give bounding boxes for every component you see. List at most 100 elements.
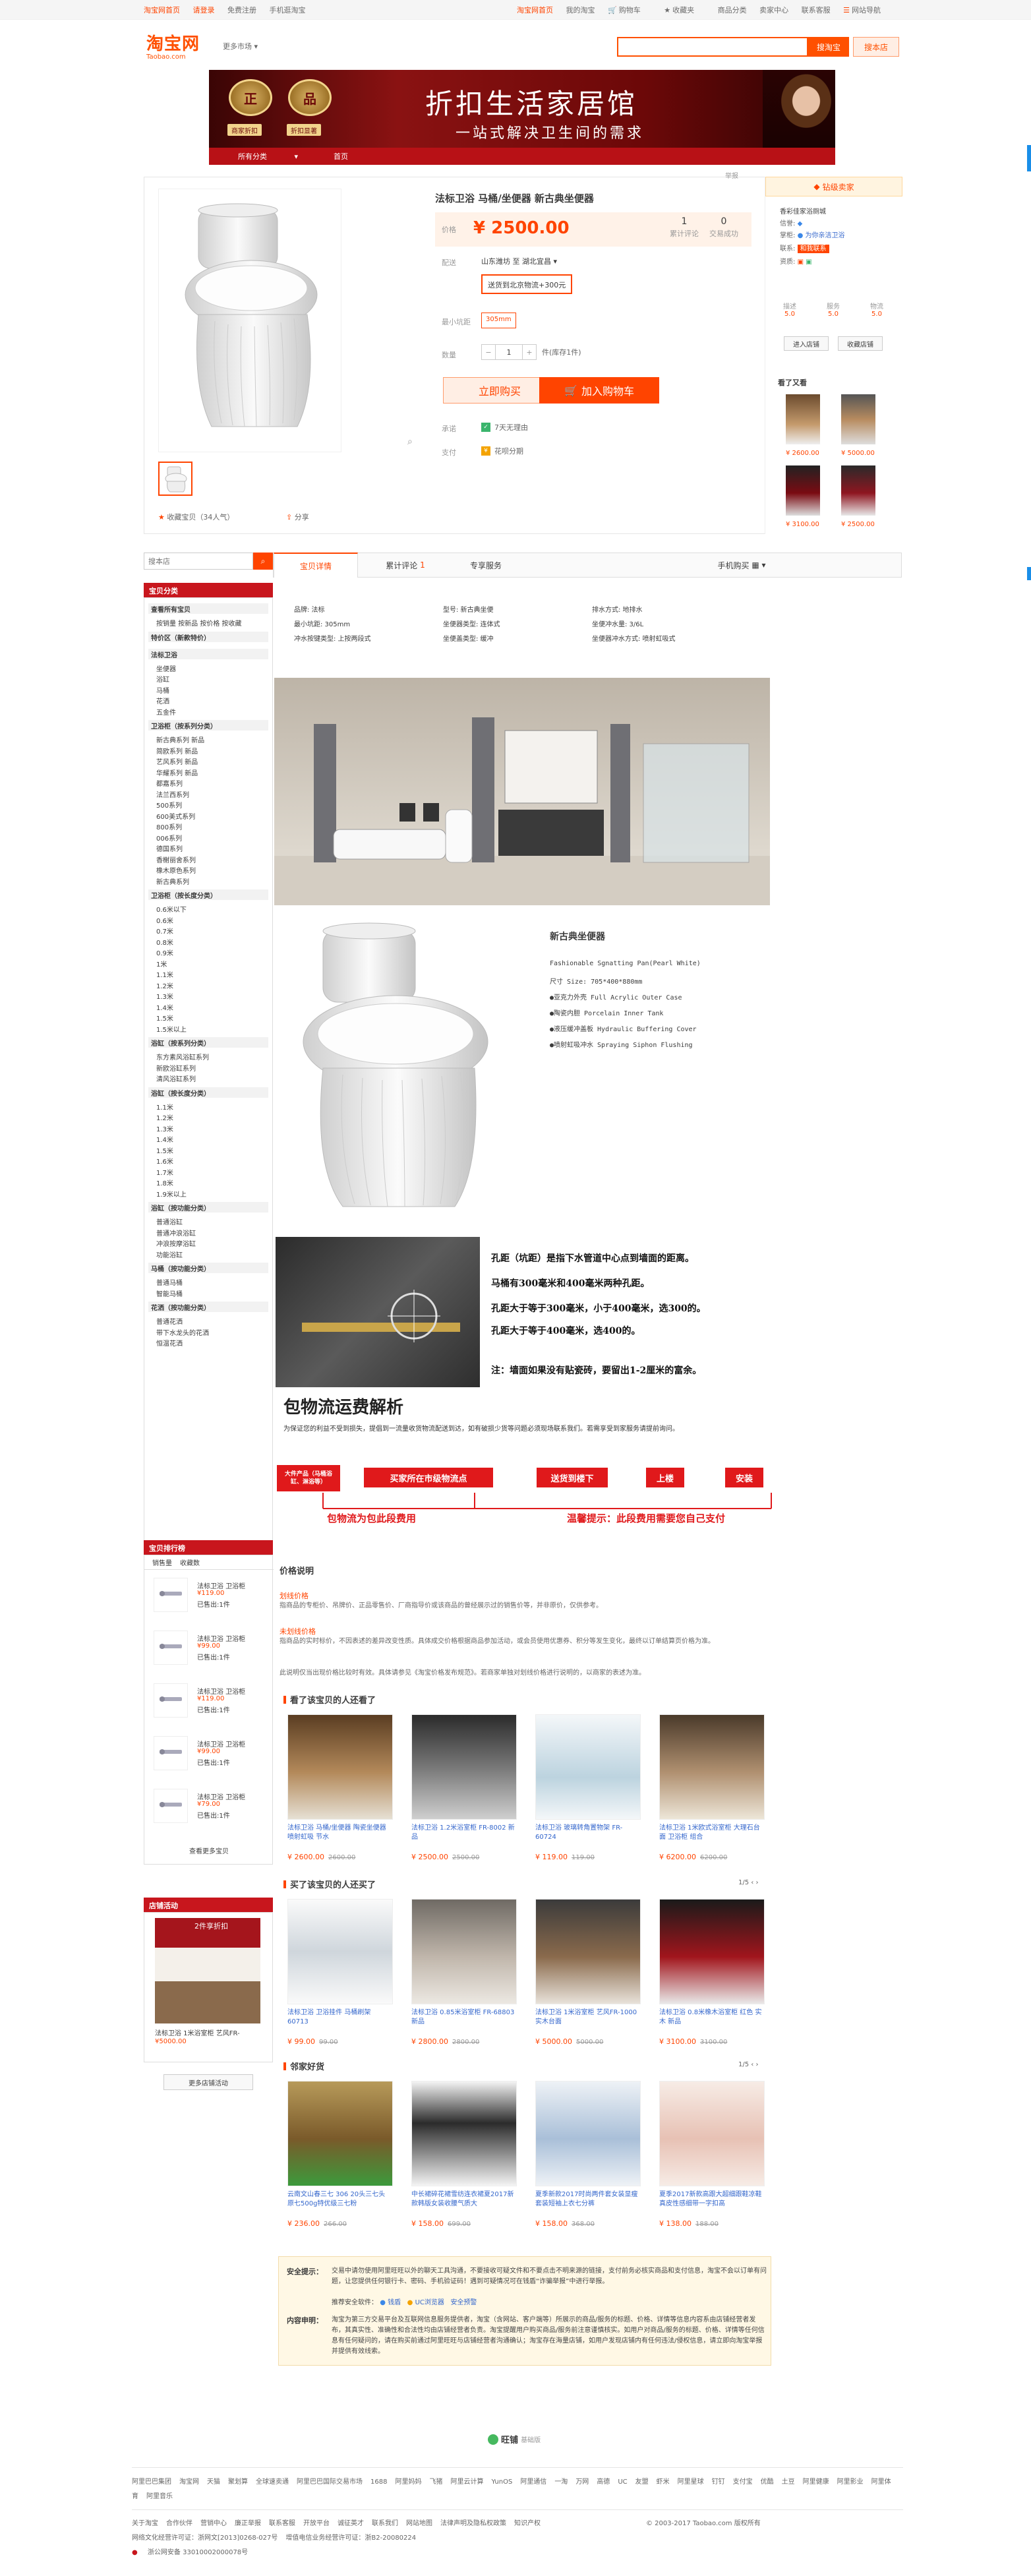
shop-owner[interactable]: 掌柜: ● 为你亲洁卫浴 bbox=[780, 229, 844, 239]
rank-item-title[interactable]: 法标卫浴 卫浴柜 bbox=[197, 1739, 245, 1749]
category-item[interactable]: 1.6米 bbox=[156, 1156, 173, 1166]
uc-link[interactable]: UC浏览器 bbox=[415, 2299, 444, 2306]
also_viewed-item-image[interactable] bbox=[535, 1714, 641, 1820]
category-item[interactable]: 0.6米以下 bbox=[156, 904, 187, 914]
category-item[interactable]: 0.8米 bbox=[156, 937, 173, 947]
category-item[interactable]: 东方素风浴缸系列 bbox=[156, 1052, 209, 1062]
seen-item-3[interactable] bbox=[786, 465, 820, 516]
footer-link[interactable]: 天猫 bbox=[207, 2478, 220, 2486]
category-group-6[interactable]: 浴缸（按长度分类） bbox=[148, 1087, 268, 1098]
footer-link[interactable]: 虾米 bbox=[657, 2478, 670, 2486]
login-link[interactable]: 请登录 bbox=[193, 6, 215, 15]
category-item[interactable]: 冲浪按摩浴缸 bbox=[156, 1238, 196, 1248]
rank-tab-fav[interactable]: 收藏数 bbox=[180, 1557, 200, 1567]
footer-link[interactable]: 优酷 bbox=[761, 2478, 774, 2486]
footer-link[interactable]: 飞猪 bbox=[429, 2478, 442, 2486]
nav-sitemap[interactable]: ☰ 网站导航 bbox=[843, 6, 891, 15]
footer-about-link[interactable]: 知识产权 bbox=[514, 2520, 541, 2527]
rank-item-image[interactable] bbox=[154, 1683, 188, 1718]
sku-option-shipping[interactable]: 送货到北京物流+300元 bbox=[481, 274, 573, 294]
footer-about-link[interactable]: 合作伙伴 bbox=[166, 2520, 192, 2527]
category-item[interactable]: 都嘉系列 bbox=[156, 778, 183, 788]
shop-nav-home[interactable]: 首页 bbox=[334, 151, 348, 162]
category-item[interactable]: 1.4米 bbox=[156, 1134, 173, 1144]
also_viewed-item-image[interactable] bbox=[659, 1714, 765, 1820]
neighbors-item-title[interactable]: 夏季2017新款高跟大超细跟鞋凉鞋真皮性感细带一字扣高 bbox=[659, 2190, 765, 2218]
neighbors-item[interactable]: 夏季新款2017时尚两件套女装显瘦套装短袖上衣七分裤 ¥ 158.00 368.00 bbox=[535, 2081, 641, 2228]
rank-item-title[interactable]: 法标卫浴 卫浴柜 bbox=[197, 1686, 245, 1696]
also_viewed-item[interactable]: 法标卫浴 马桶/坐便器 陶瓷坐便器 喷射虹吸 节水 ¥ 2600.00 2600.0… bbox=[287, 1714, 393, 1861]
qiandun-link[interactable]: 钱盾 bbox=[388, 2299, 401, 2306]
category-item[interactable]: 1.1米 bbox=[156, 1102, 173, 1112]
delivery-location[interactable]: 山东潍坊 至 湖北宜昌 ▾ bbox=[481, 256, 557, 266]
zoom-icon[interactable]: ⌕ bbox=[407, 436, 413, 447]
neighbors-item-title[interactable]: 中长裙碎花裙雪纺连衣裙夏2017新款韩版女装收腰气质大 bbox=[411, 2190, 517, 2218]
main-product-image[interactable] bbox=[158, 189, 341, 452]
nav-cart[interactable]: 🛒 购物车 bbox=[608, 6, 651, 15]
also_bought-item-title[interactable]: 法标卫浴 0.8米橡木浴室柜 红色 实木 新品 bbox=[659, 2008, 765, 2036]
category-item[interactable]: 1.5米 bbox=[156, 1013, 173, 1023]
rank-item[interactable]: 法标卫浴 卫浴柜 ¥119.00 已售出:1件 bbox=[154, 1683, 270, 1733]
category-group-1[interactable]: 特价区（新款特价） bbox=[148, 631, 268, 642]
footer-link[interactable]: 土豆 bbox=[782, 2478, 795, 2486]
category-item[interactable]: 普通浴缸 bbox=[156, 1216, 183, 1226]
rank-item-image[interactable] bbox=[154, 1789, 188, 1823]
also_viewed-item[interactable]: 法标卫浴 玻璃转角置物架 FR-60724 ¥ 119.00 119.00 bbox=[535, 1714, 641, 1861]
nav-favorites[interactable]: ★ 收藏夹 bbox=[664, 6, 705, 15]
footer-about-link[interactable]: 网站地图 bbox=[406, 2520, 432, 2527]
category-item[interactable]: 006系列 bbox=[156, 833, 182, 843]
category-group-2[interactable]: 法标卫浴 bbox=[148, 648, 268, 659]
footer-link[interactable]: 全球速卖通 bbox=[256, 2478, 289, 2486]
also_viewed-item[interactable]: 法标卫浴 1.2米浴室柜 FR-8002 新品 ¥ 2500.00 2500.00 bbox=[411, 1714, 517, 1861]
also_viewed-item-image[interactable] bbox=[287, 1714, 393, 1820]
promo-image[interactable]: 2件享折扣 bbox=[155, 1918, 260, 2023]
category-group-0[interactable]: 查看所有宝贝 bbox=[148, 603, 268, 614]
seen-item-4[interactable] bbox=[841, 465, 875, 516]
promo-item-title[interactable]: 法标卫浴 1米浴室柜 艺风FR- bbox=[155, 2027, 240, 2037]
certified-icon[interactable]: ▣ bbox=[806, 258, 811, 266]
rank-item-image[interactable] bbox=[154, 1578, 188, 1612]
neighbors-item[interactable]: 夏季2017新款高跟大超细跟鞋凉鞋真皮性感细带一字扣高 ¥ 138.00 188.0… bbox=[659, 2081, 765, 2228]
footer-link[interactable]: 钉钉 bbox=[712, 2478, 725, 2486]
category-item[interactable]: 1.4米 bbox=[156, 1002, 173, 1012]
category-group-9[interactable]: 花洒（按功能分类） bbox=[148, 1302, 268, 1312]
also_bought-item-title[interactable]: 法标卫浴 0.85米浴室柜 FR-68803 新品 bbox=[411, 2008, 517, 2036]
qty-plus-button[interactable]: + bbox=[522, 344, 537, 360]
promise-badge[interactable]: ✓ 7天无理由 bbox=[481, 422, 528, 433]
add-to-cart-button[interactable]: 🛒 加入购物车 bbox=[539, 377, 659, 404]
shop-search-input[interactable] bbox=[144, 553, 253, 570]
footer-about-link[interactable]: 诚征英才 bbox=[338, 2520, 364, 2527]
sku-option-size[interactable]: 305mm bbox=[481, 313, 516, 328]
footer-about-link[interactable]: 联系我们 bbox=[372, 2520, 398, 2527]
category-item[interactable]: 1米 bbox=[156, 959, 167, 969]
category-item[interactable]: 1.1米 bbox=[156, 969, 173, 979]
category-item[interactable]: 1.2米 bbox=[156, 980, 173, 990]
footer-about-link[interactable]: 关于淘宝 bbox=[132, 2520, 158, 2527]
shop-nav-all-categories[interactable]: 所有分类 ▾ bbox=[223, 151, 309, 162]
category-item[interactable]: 0.7米 bbox=[156, 926, 173, 936]
category-item[interactable]: 五金件 bbox=[156, 707, 176, 717]
tab-service[interactable]: 专享服务 bbox=[453, 553, 519, 578]
mobile-link[interactable]: 手机逛淘宝 bbox=[270, 6, 306, 15]
also_bought-item-title[interactable]: 法标卫浴 卫浴挂件 马桶刷架 60713 bbox=[287, 2008, 393, 2036]
footer-link[interactable]: YunOS bbox=[491, 2478, 512, 2486]
more-promo-button[interactable]: 更多店铺活动 bbox=[163, 2074, 253, 2090]
category-item[interactable]: 法兰西系列 bbox=[156, 789, 189, 799]
category-item[interactable]: 0.9米 bbox=[156, 947, 173, 957]
tab-mobile[interactable]: 手机购买 ▦ ▾ bbox=[689, 553, 794, 578]
category-group-3[interactable]: 卫浴柜（按系列分类） bbox=[148, 720, 268, 731]
footer-about-link[interactable]: 廉正举报 bbox=[235, 2520, 261, 2527]
taobao-logo[interactable]: 淘宝网 Taobao.com bbox=[146, 30, 200, 61]
footer-link[interactable]: 聚划算 bbox=[228, 2478, 248, 2486]
nav-seller-center[interactable]: 卖家中心 bbox=[759, 6, 788, 15]
footer-link[interactable]: 阿里影业 bbox=[837, 2478, 864, 2486]
category-item[interactable]: 1.5米 bbox=[156, 1145, 173, 1155]
share-button[interactable]: ⇪ 分享 bbox=[286, 512, 309, 522]
also_viewed-item-image[interactable] bbox=[411, 1714, 517, 1820]
category-group-8[interactable]: 马桶（按功能分类） bbox=[148, 1263, 268, 1273]
footer-link[interactable]: 阿里星球 bbox=[678, 2478, 704, 2486]
category-item[interactable]: 简欧系列 新品 bbox=[156, 746, 198, 756]
category-item[interactable]: 恒温花洒 bbox=[156, 1338, 183, 1348]
neighbors-item-title[interactable]: 云南文山春三七 306 20头三七头 原七500g特优级三七粉 bbox=[287, 2190, 393, 2218]
rank-item-title[interactable]: 法标卫浴 卫浴柜 bbox=[197, 1791, 245, 1801]
